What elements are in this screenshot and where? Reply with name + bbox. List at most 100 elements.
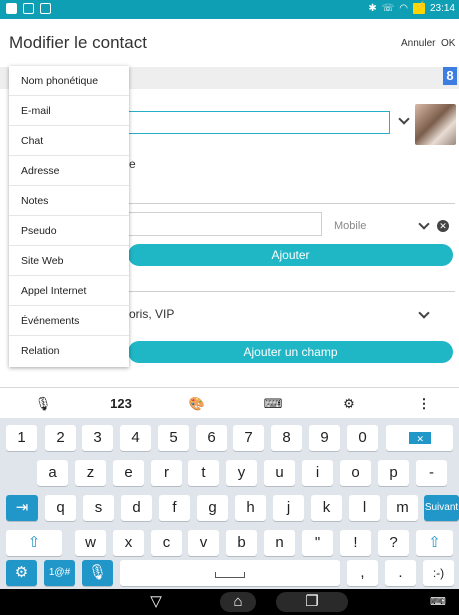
key[interactable]: 7: [233, 425, 264, 451]
symbols-key[interactable]: 1@#: [44, 560, 75, 586]
key[interactable]: 8: [271, 425, 302, 451]
key[interactable]: -: [416, 460, 447, 486]
battery-charging-icon: [412, 1, 426, 14]
next-key[interactable]: Suivant: [424, 495, 459, 521]
ok-button[interactable]: OK: [441, 38, 455, 49]
shift-key-left[interactable]: ⇧: [6, 530, 62, 556]
palette-icon[interactable]: 🎨: [183, 392, 211, 416]
microphone-icon[interactable]: 🎙: [30, 392, 56, 416]
key[interactable]: g: [197, 495, 228, 521]
name-field-fragment: e: [129, 157, 136, 171]
key[interactable]: i: [302, 460, 333, 486]
period-key[interactable]: .: [385, 560, 416, 586]
menu-item-phonetic-name[interactable]: Nom phonétique: [9, 66, 129, 96]
key[interactable]: ?: [378, 530, 409, 556]
system-icons: ✱ ☏ ◠ 23:14: [368, 1, 455, 14]
key[interactable]: j: [273, 495, 304, 521]
gear-icon[interactable]: ⚙: [335, 392, 363, 416]
key[interactable]: 0: [347, 425, 378, 451]
key[interactable]: n: [264, 530, 295, 556]
keyboard-toolbar: 🎙 123 🎨 ⌨ ⚙ ⋮: [0, 387, 459, 418]
key[interactable]: q: [45, 495, 76, 521]
name-input[interactable]: [128, 111, 390, 134]
key[interactable]: o: [340, 460, 371, 486]
menu-item-website[interactable]: Site Web: [9, 246, 129, 276]
key[interactable]: h: [235, 495, 266, 521]
more-options-icon[interactable]: ⋮: [416, 392, 432, 416]
groups-fragment[interactable]: oris, VIP: [129, 307, 174, 321]
tab-key[interactable]: ⇥: [6, 495, 38, 521]
cancel-button[interactable]: Annuler: [401, 38, 435, 49]
contact-photo[interactable]: [415, 104, 456, 145]
app-header: Modifier le contact Annuler OK: [0, 19, 459, 67]
clock: 23:14: [429, 3, 455, 14]
keyboard-switch-icon[interactable]: ⌨: [428, 592, 448, 612]
menu-item-internet-call[interactable]: Appel Internet: [9, 276, 129, 306]
key[interactable]: u: [264, 460, 295, 486]
key[interactable]: x: [113, 530, 144, 556]
recent-apps-icon[interactable]: ❐: [276, 592, 348, 612]
key[interactable]: m: [387, 495, 418, 521]
key[interactable]: s: [83, 495, 114, 521]
menu-item-chat[interactable]: Chat: [9, 126, 129, 156]
key[interactable]: a: [37, 460, 68, 486]
emoticon-key[interactable]: :-): [423, 560, 454, 586]
groups-chevron-icon[interactable]: [418, 307, 430, 319]
menu-item-email[interactable]: E-mail: [9, 96, 129, 126]
key[interactable]: e: [113, 460, 144, 486]
wifi-icon: ◠: [399, 3, 408, 14]
menu-item-relation[interactable]: Relation: [9, 336, 129, 366]
add-field-popup-menu: Nom phonétique E-mail Chat Adresse Notes…: [9, 66, 129, 367]
key[interactable]: k: [311, 495, 342, 521]
expand-name-chevron-icon[interactable]: [398, 113, 410, 125]
add-field-button[interactable]: Ajouter un champ: [128, 341, 453, 363]
key[interactable]: r: [151, 460, 182, 486]
key[interactable]: ": [302, 530, 333, 556]
voice-key[interactable]: 🎙: [82, 560, 113, 586]
key[interactable]: 3: [82, 425, 113, 451]
phone-type-chevron-icon[interactable]: [418, 218, 430, 230]
key[interactable]: l: [349, 495, 380, 521]
key[interactable]: !: [340, 530, 371, 556]
settings-key[interactable]: ⚙: [6, 560, 37, 586]
key[interactable]: f: [159, 495, 190, 521]
keyboard-icon[interactable]: ⌨: [259, 392, 287, 416]
keyboard: 1 2 3 4 5 6 7 8 9 0 a z e r t y u i o p …: [0, 418, 459, 589]
shift-key-right[interactable]: ⇧: [416, 530, 453, 556]
key[interactable]: d: [121, 495, 152, 521]
key[interactable]: w: [75, 530, 106, 556]
numbers-button[interactable]: 123: [103, 392, 139, 416]
key[interactable]: 9: [309, 425, 340, 451]
phone-input[interactable]: [128, 212, 322, 236]
add-phone-button[interactable]: Ajouter: [128, 244, 453, 266]
menu-item-nickname[interactable]: Pseudo: [9, 216, 129, 246]
backspace-icon: [408, 426, 431, 452]
space-key[interactable]: [120, 560, 340, 586]
key[interactable]: 6: [196, 425, 227, 451]
notification-icons: [6, 3, 51, 14]
key[interactable]: b: [226, 530, 257, 556]
android-icon: [40, 3, 51, 14]
menu-item-notes[interactable]: Notes: [9, 186, 129, 216]
backspace-key[interactable]: [386, 425, 453, 452]
menu-item-address[interactable]: Adresse: [9, 156, 129, 186]
key[interactable]: t: [188, 460, 219, 486]
phone-icon: ☏: [381, 3, 395, 14]
key[interactable]: y: [226, 460, 257, 486]
key[interactable]: v: [188, 530, 219, 556]
back-icon[interactable]: ▽: [148, 592, 164, 612]
space-bar-icon: [215, 572, 245, 578]
phone-type-select[interactable]: Mobile: [334, 220, 366, 232]
key[interactable]: z: [75, 460, 106, 486]
comma-key[interactable]: ,: [347, 560, 378, 586]
key[interactable]: 1: [6, 425, 37, 451]
remove-phone-icon[interactable]: ✕: [437, 220, 449, 232]
key[interactable]: p: [378, 460, 409, 486]
home-icon[interactable]: ⌂: [220, 592, 256, 612]
key[interactable]: 4: [120, 425, 151, 451]
divider: [128, 291, 455, 292]
key[interactable]: c: [151, 530, 182, 556]
key[interactable]: 2: [45, 425, 76, 451]
key[interactable]: 5: [158, 425, 189, 451]
menu-item-events[interactable]: Événements: [9, 306, 129, 336]
